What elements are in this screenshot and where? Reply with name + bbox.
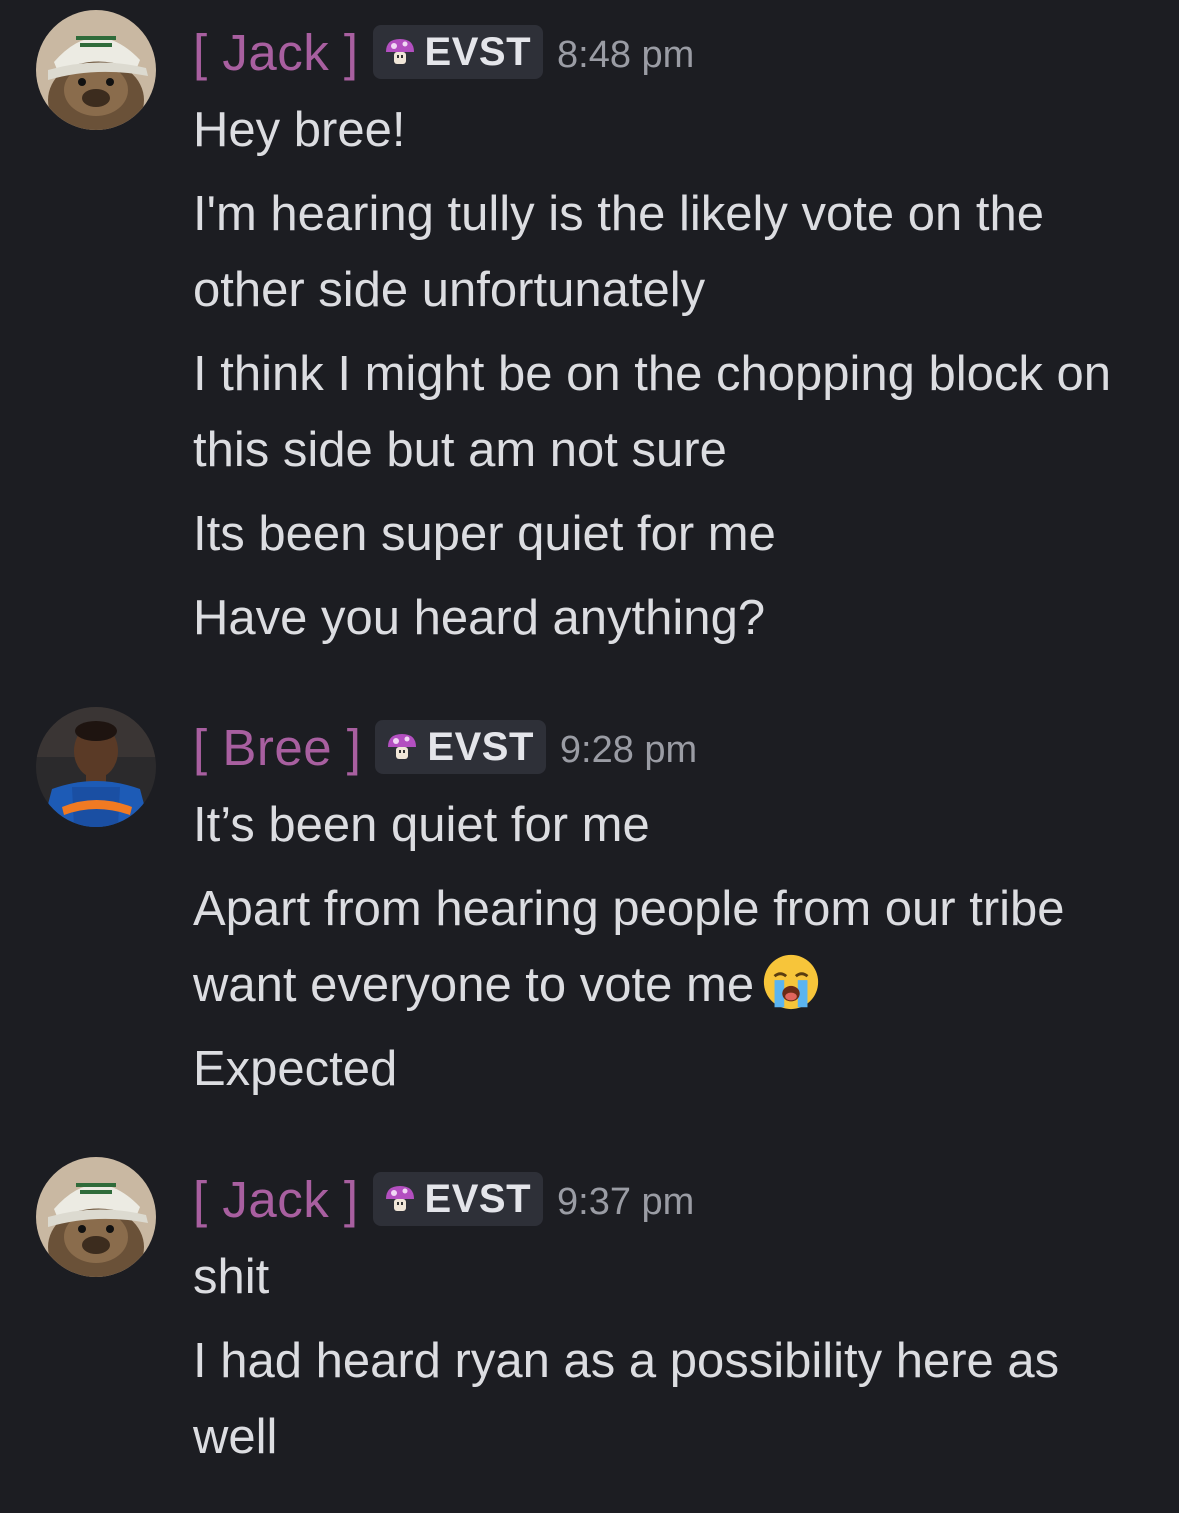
- message-line: Its been super quiet for me: [193, 507, 776, 561]
- message-line: I think I might be on the chopping block…: [193, 347, 1111, 477]
- message-header: [ Bree ] EVST 9:28 pm: [193, 715, 697, 779]
- chat-log: [ Jack ] EVST 8:48 pm Hey bree! I'm hear…: [0, 0, 1179, 1513]
- mushroom-icon: [385, 39, 414, 64]
- avatar-jack[interactable]: [36, 1157, 156, 1277]
- message-lines: shit I had heard ryan as a possibility h…: [193, 1239, 1153, 1483]
- guild-tag-label: EVST: [427, 724, 534, 769]
- guild-tag[interactable]: EVST: [372, 25, 544, 79]
- message-line: It’s been quiet for me: [193, 798, 650, 852]
- timestamp: 8:48 pm: [557, 33, 695, 76]
- guild-tag[interactable]: EVST: [372, 1172, 544, 1226]
- loudly-crying-face-emoji-icon: [763, 954, 819, 1010]
- username[interactable]: [ Jack ]: [193, 23, 359, 82]
- message-header: [ Jack ] EVST 8:48 pm: [193, 20, 694, 84]
- message-line: Have you heard anything?: [193, 591, 766, 645]
- mushroom-icon: [385, 1186, 414, 1211]
- otter-avatar-icon: [36, 10, 156, 130]
- guild-tag-label: EVST: [424, 29, 532, 74]
- guild-tag[interactable]: EVST: [375, 720, 546, 774]
- player-avatar-icon: [36, 707, 156, 827]
- message-lines: Hey bree! I'm hearing tully is the likel…: [193, 92, 1153, 664]
- message-line: Expected: [193, 1042, 398, 1096]
- message-line: Hey bree!: [193, 103, 406, 157]
- username[interactable]: [ Bree ]: [193, 718, 361, 777]
- message-line: shit: [193, 1250, 270, 1304]
- username[interactable]: [ Jack ]: [193, 1170, 359, 1229]
- otter-avatar-icon: [36, 1157, 156, 1277]
- message-line: I had heard ryan as a possibility here a…: [193, 1334, 1060, 1464]
- message-line: Apart from hearing people from our tribe…: [193, 871, 1153, 1023]
- timestamp: 9:37 pm: [557, 1180, 695, 1223]
- message-header: [ Jack ] EVST 9:37 pm: [193, 1167, 694, 1231]
- guild-tag-label: EVST: [424, 1176, 532, 1221]
- message-line: I'm hearing tully is the likely vote on …: [193, 187, 1044, 317]
- avatar-jack[interactable]: [36, 10, 156, 130]
- avatar-bree[interactable]: [36, 707, 156, 827]
- message-line-text: Apart from hearing people from our tribe…: [193, 882, 1065, 1012]
- message-lines: It’s been quiet for me Apart from hearin…: [193, 787, 1153, 1115]
- mushroom-icon: [388, 734, 417, 759]
- timestamp: 9:28 pm: [559, 728, 698, 771]
